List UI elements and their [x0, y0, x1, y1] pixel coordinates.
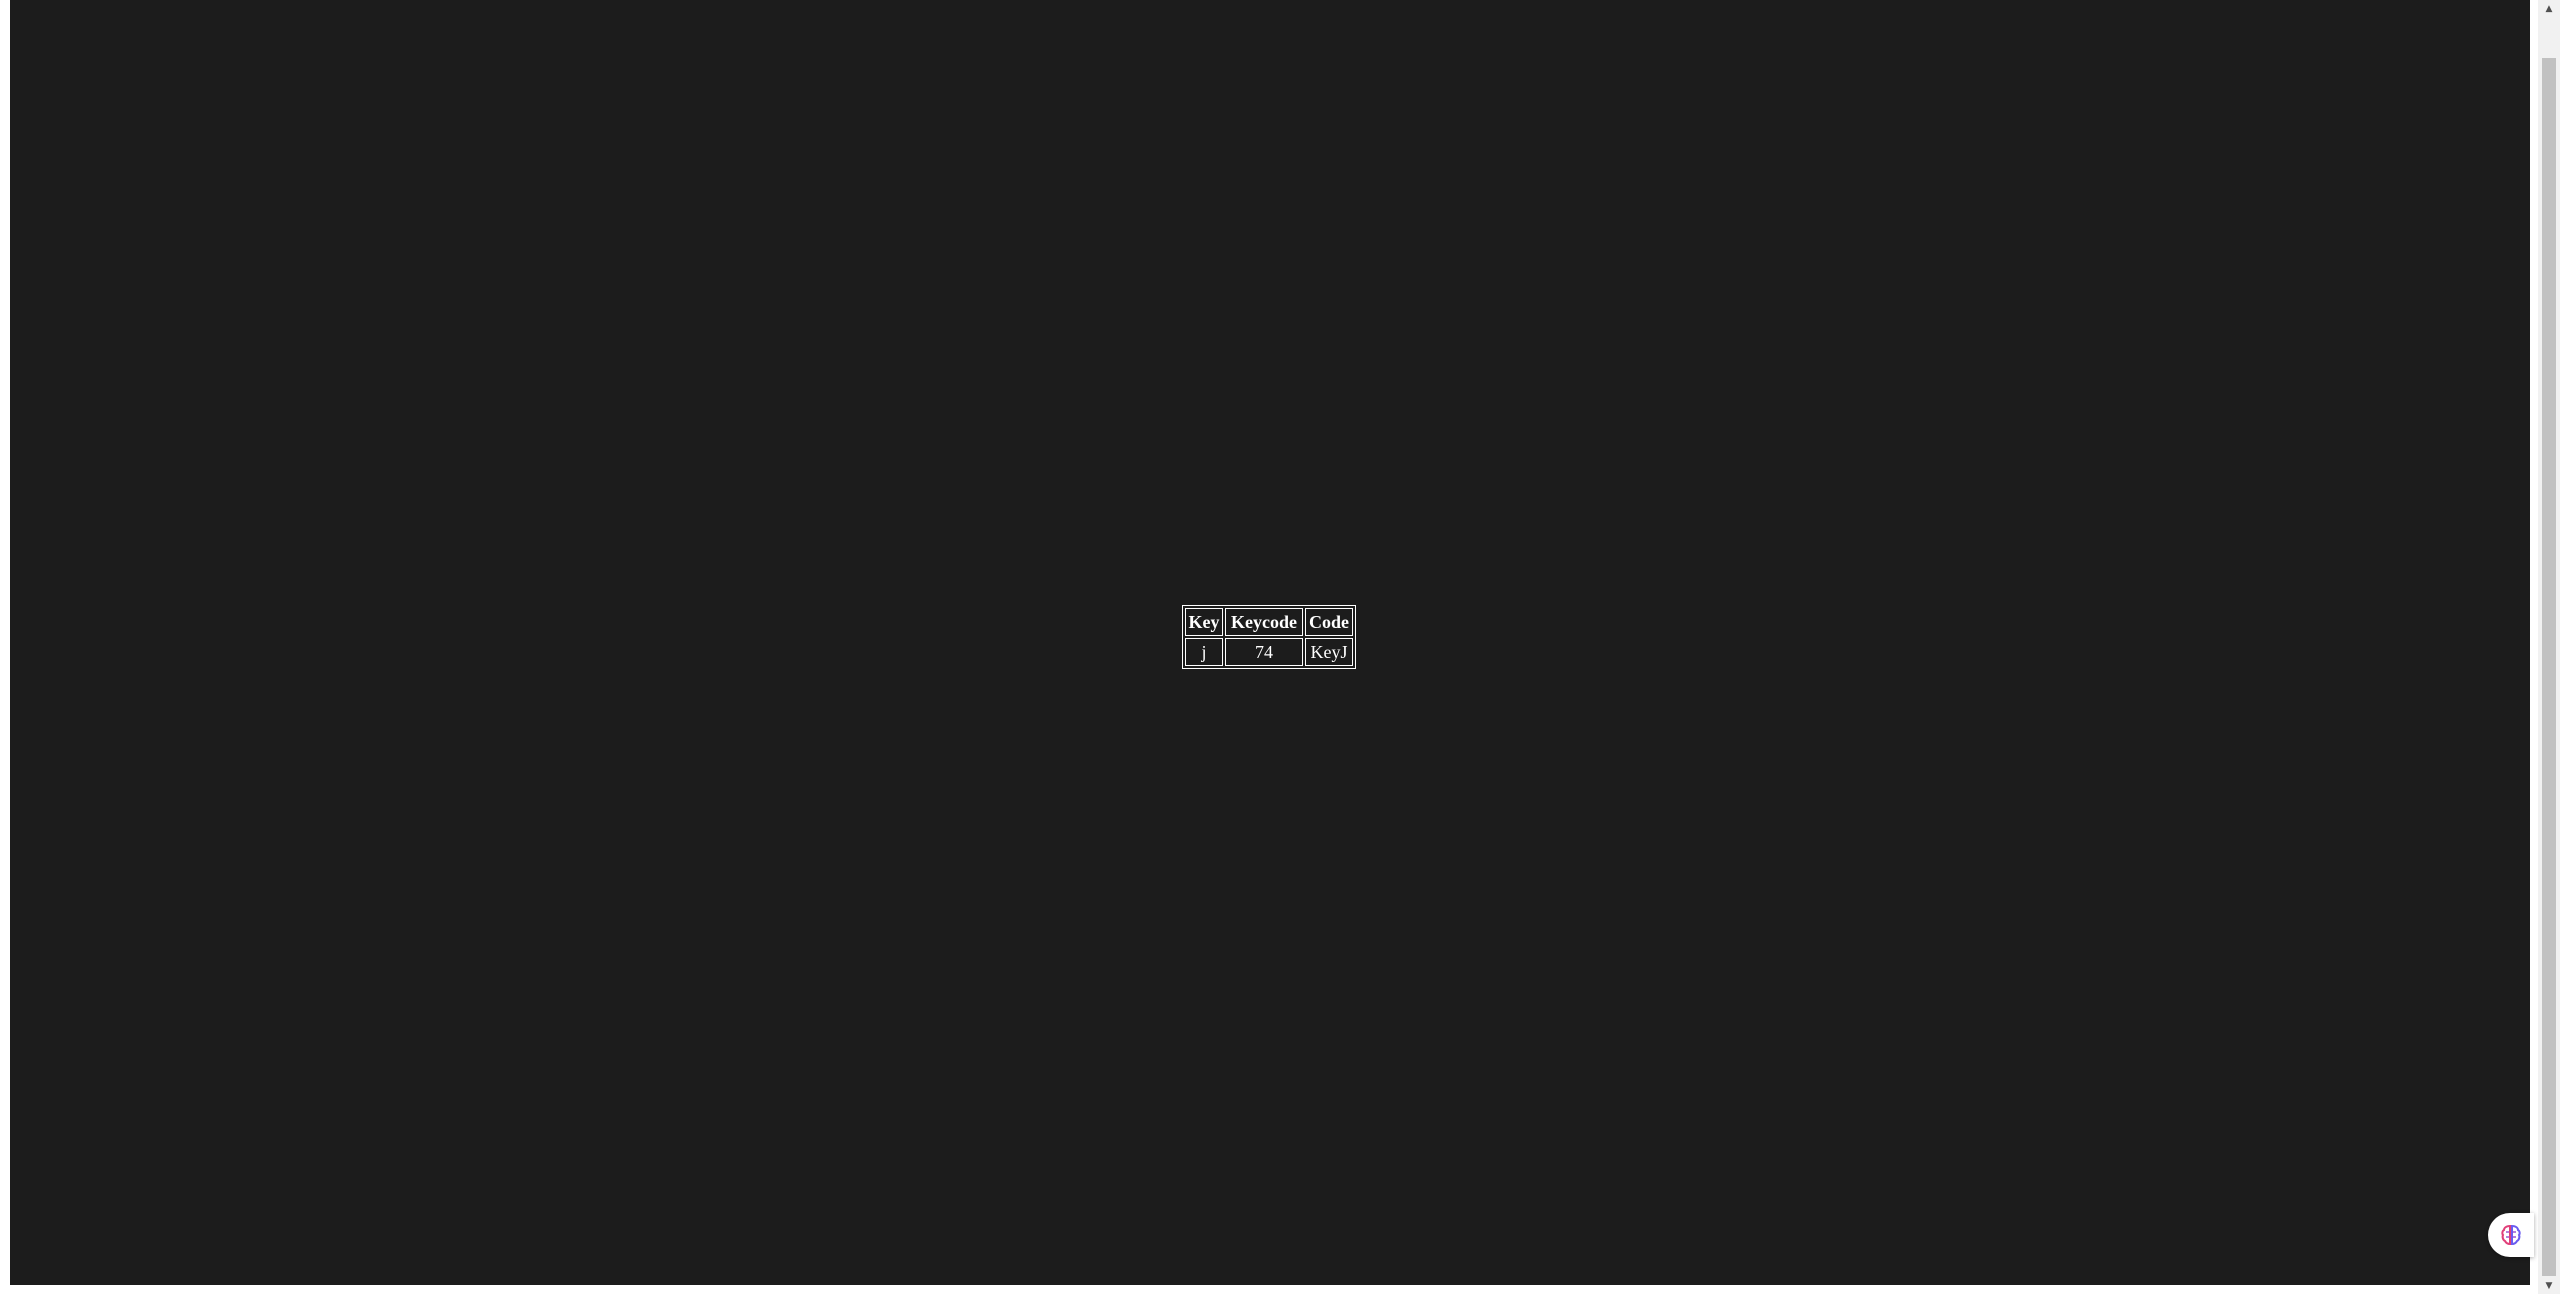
page-canvas: Key Keycode Code j 74 KeyJ — [10, 0, 2530, 1285]
table-header-row: Key Keycode Code — [1185, 608, 1353, 636]
header-key: Key — [1185, 608, 1223, 636]
table-row: j 74 KeyJ — [1185, 638, 1353, 666]
cell-code: KeyJ — [1305, 638, 1353, 666]
key-info-table: Key Keycode Code j 74 KeyJ — [1182, 605, 1356, 669]
header-code: Code — [1305, 608, 1353, 636]
scroll-down-icon[interactable]: ▼ — [2538, 1277, 2560, 1294]
scroll-thumb[interactable] — [2542, 58, 2556, 1276]
scroll-up-icon[interactable]: ▲ — [2538, 0, 2560, 17]
brain-icon — [2501, 1224, 2521, 1246]
vertical-scrollbar[interactable]: ▲ ▼ — [2538, 0, 2560, 1294]
cell-keycode: 74 — [1225, 638, 1303, 666]
cell-key: j — [1185, 638, 1223, 666]
assistant-widget-button[interactable] — [2488, 1213, 2534, 1257]
header-keycode: Keycode — [1225, 608, 1303, 636]
